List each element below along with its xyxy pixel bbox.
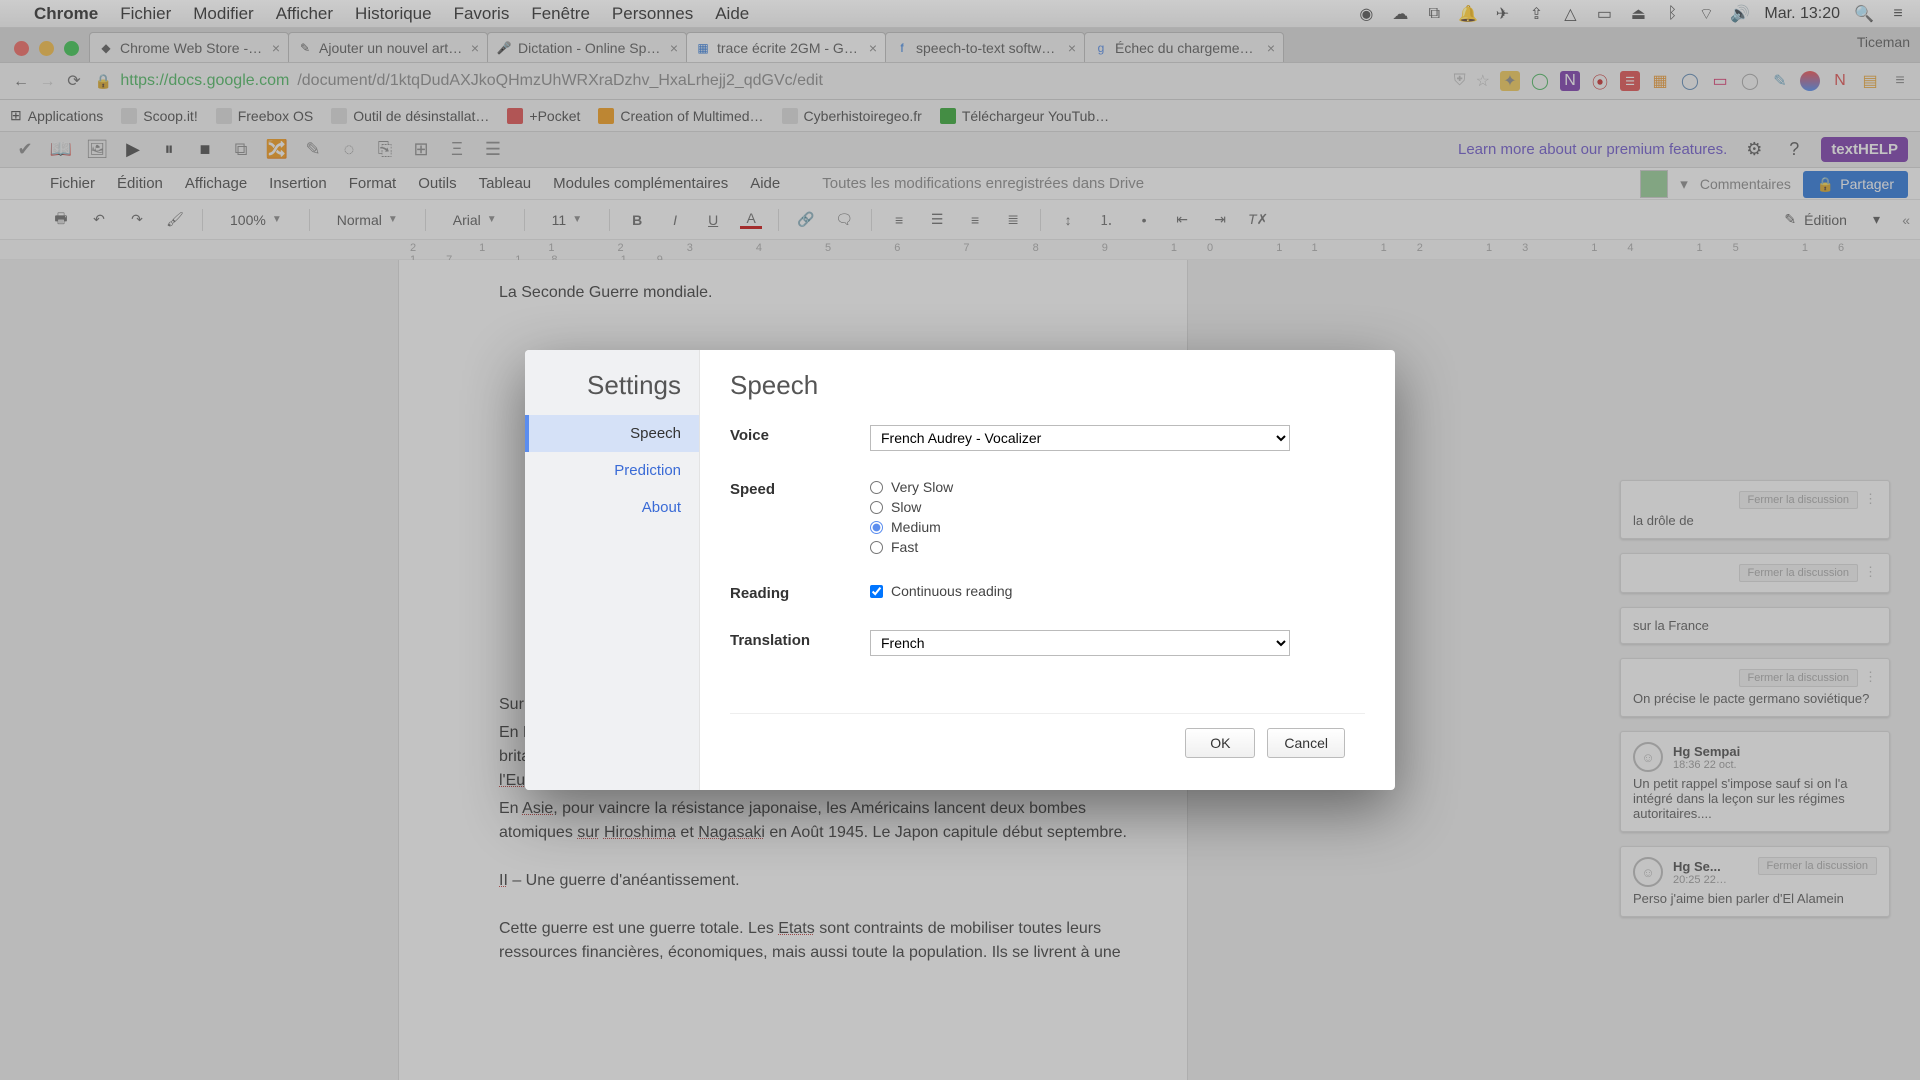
settings-tab-speech[interactable]: Speech [525,415,699,452]
radio-input[interactable] [870,521,883,534]
radio-label: Very Slow [891,479,953,495]
cancel-button[interactable]: Cancel [1267,728,1345,758]
reading-checkbox-row[interactable]: Continuous reading [870,583,1365,599]
settings-tab-about[interactable]: About [525,489,699,526]
settings-tab-prediction[interactable]: Prediction [525,452,699,489]
speed-radio-veryslow[interactable]: Very Slow [870,479,1365,495]
radio-label: Fast [891,539,918,555]
checkbox-label: Continuous reading [891,583,1012,599]
modal-title: Speech [730,370,1365,401]
continuous-reading-checkbox[interactable] [870,585,883,598]
speed-radio-group: Very Slow Slow Medium Fast [870,479,1365,555]
translation-select[interactable]: French [870,630,1290,656]
modal-footer: OK Cancel [730,713,1365,772]
translation-label: Translation [730,630,870,649]
modal-sidebar: Settings Speech Prediction About [525,350,700,790]
radio-input[interactable] [870,481,883,494]
radio-input[interactable] [870,501,883,514]
speed-radio-slow[interactable]: Slow [870,499,1365,515]
reading-label: Reading [730,583,870,602]
speed-radio-medium[interactable]: Medium [870,519,1365,535]
modal-overlay: Settings Speech Prediction About Speech … [0,0,1920,1080]
speed-radio-fast[interactable]: Fast [870,539,1365,555]
radio-label: Slow [891,499,921,515]
voice-label: Voice [730,425,870,444]
ok-button[interactable]: OK [1185,728,1255,758]
speed-label: Speed [730,479,870,498]
modal-main: Speech Voice French Audrey - Vocalizer S… [700,350,1395,790]
settings-modal: Settings Speech Prediction About Speech … [525,350,1395,790]
radio-input[interactable] [870,541,883,554]
radio-label: Medium [891,519,941,535]
modal-sidebar-title: Settings [525,350,699,415]
voice-select[interactable]: French Audrey - Vocalizer [870,425,1290,451]
